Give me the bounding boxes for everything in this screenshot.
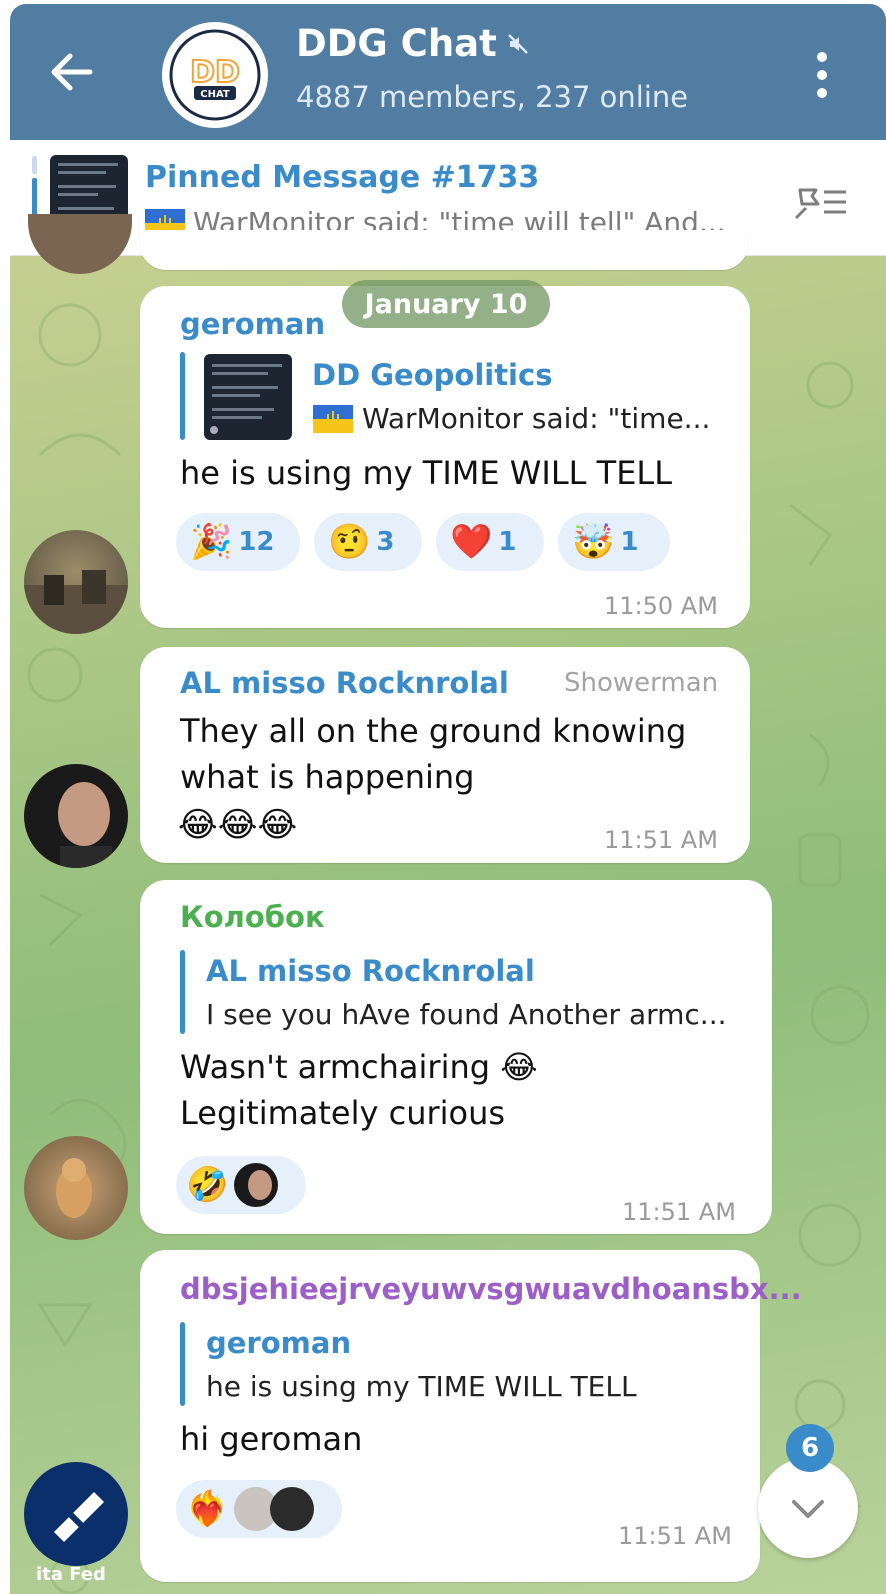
reaction-party[interactable]: 🎉 12	[176, 513, 300, 571]
telegram-chat-screen: DD CHAT DDG Chat 4887 members, 237 onlin…	[0, 0, 886, 1594]
reply-author[interactable]: geroman	[206, 1326, 351, 1360]
sender-name[interactable]: AL misso Rocknrolal	[180, 666, 509, 700]
back-arrow-icon[interactable]	[42, 42, 102, 102]
message-time: 11:51 AM	[604, 826, 718, 854]
scroll-to-bottom-button[interactable]	[758, 1458, 858, 1558]
emoji-line: 😂😂😂	[178, 805, 298, 845]
reply-indicator	[180, 950, 185, 1034]
heart-on-fire-icon: ❤️‍🔥	[186, 1489, 229, 1529]
reaction-rofl[interactable]: 🤣	[176, 1156, 306, 1214]
message-time: 11:50 AM	[604, 592, 718, 620]
date-separator: January 10	[342, 280, 550, 328]
reaction-count: 1	[620, 527, 639, 557]
message-text-line2: Legitimately curious	[180, 1094, 506, 1132]
admin-title: Showerman	[564, 668, 719, 698]
party-popper-icon: 🎉	[190, 522, 233, 562]
message-time: 11:51 AM	[622, 1198, 736, 1226]
reaction-count: 3	[376, 527, 395, 557]
reaction-heart-on-fire[interactable]: ❤️‍🔥	[176, 1480, 342, 1538]
more-options-icon[interactable]	[800, 45, 844, 105]
message-text-line1: They all on the ground knowing	[180, 712, 687, 750]
reply-preview-text[interactable]: I see you hAve found Another armc...	[206, 998, 727, 1031]
avatar-al-misso[interactable]	[24, 764, 128, 868]
message-text: he is using my TIME WILL TELL	[180, 454, 673, 492]
reaction-exploding-head[interactable]: 🤯 1	[558, 513, 670, 571]
raised-eyebrow-face-icon: 🤨	[328, 522, 371, 562]
message-text-line2: what is happening	[180, 758, 475, 796]
message-text-line1: Wasn't armchairing 😂	[180, 1048, 538, 1086]
previous-message-bubble	[140, 230, 748, 270]
reply-thumbnail	[204, 354, 292, 440]
reply-indicator	[180, 1322, 185, 1406]
group-avatar[interactable]: DD CHAT	[162, 22, 268, 128]
group-avatar-text-bottom: CHAT	[200, 89, 230, 100]
chat-subtitle: 4887 members, 237 online	[296, 80, 689, 114]
reactor-avatar	[234, 1163, 279, 1207]
rofl-face-icon: 🤣	[186, 1165, 229, 1205]
pinned-list-icon[interactable]	[790, 180, 854, 224]
avatar-dbsjehie[interactable]	[24, 1462, 128, 1566]
chat-title-row[interactable]: DDG Chat	[296, 22, 529, 65]
reactor-avatar	[270, 1487, 315, 1531]
reply-preview-text: WarMonitor said: "time...	[362, 402, 711, 435]
reply-preview[interactable]: WarMonitor said: "time...	[312, 402, 710, 435]
reply-author[interactable]: DD Geopolitics	[312, 358, 552, 392]
sender-name[interactable]: Колобок	[180, 900, 325, 934]
sender-name[interactable]: dbsjehieejrveyuwvsgwuavdhoansbx...	[180, 1272, 802, 1306]
chevron-down-icon	[792, 1500, 824, 1518]
chat-title: DDG Chat	[296, 22, 497, 65]
avatar-caption: ita Fed	[36, 1564, 106, 1585]
unread-badge: 6	[786, 1424, 834, 1472]
reaction-raised-eyebrow[interactable]: 🤨 3	[314, 513, 422, 571]
pinned-title: Pinned Message #1733	[145, 160, 540, 195]
message-time: 11:51 AM	[618, 1522, 732, 1550]
exploding-head-icon: 🤯	[572, 522, 615, 562]
reaction-heart[interactable]: ❤️ 1	[436, 513, 544, 571]
heart-icon: ❤️	[450, 522, 493, 562]
reply-author[interactable]: AL misso Rocknrolal	[206, 954, 535, 988]
reaction-count: 12	[238, 527, 275, 557]
muted-icon	[507, 33, 528, 54]
reaction-count: 1	[498, 527, 517, 557]
avatar-kolobok[interactable]	[24, 1136, 128, 1240]
group-avatar-text-top: DD	[190, 55, 240, 90]
message-text: hi geroman	[180, 1420, 363, 1458]
reply-indicator	[180, 352, 185, 440]
reply-preview-text[interactable]: he is using my TIME WILL TELL	[206, 1370, 637, 1403]
avatar-geroman[interactable]	[24, 530, 128, 634]
sender-name[interactable]: geroman	[180, 307, 325, 341]
ukraine-flag-icon	[313, 404, 353, 433]
